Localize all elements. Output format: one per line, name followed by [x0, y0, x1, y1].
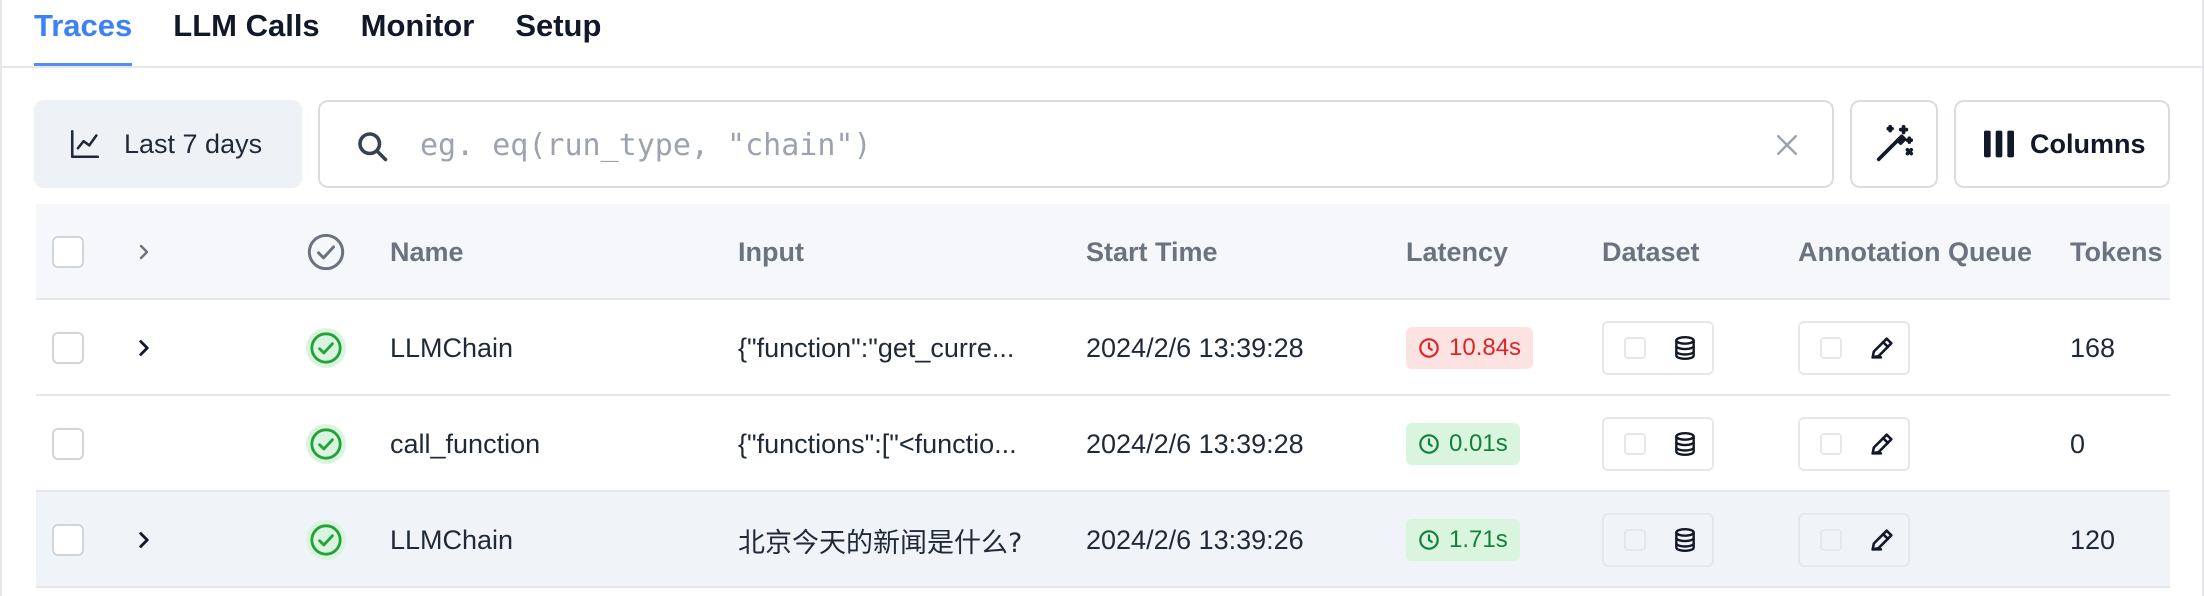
expand-chevron-icon[interactable]	[131, 335, 157, 361]
database-icon[interactable]	[1672, 526, 1698, 554]
table-row[interactable]: call_function {"functions":["<functio...…	[36, 396, 2170, 492]
row-tokens: 120	[2070, 524, 2116, 555]
row-start-time: 2024/2/6 13:39:28	[1086, 332, 1304, 363]
success-status-icon	[306, 328, 346, 368]
pencil-icon[interactable]	[1868, 430, 1896, 458]
annotation-checkbox[interactable]	[1820, 337, 1842, 359]
magic-wand-icon	[1876, 124, 1914, 162]
tab-monitor[interactable]: Monitor	[361, 0, 475, 66]
clock-icon	[1419, 530, 1439, 550]
expand-all-chevron-icon[interactable]	[132, 240, 156, 264]
row-tokens: 168	[2070, 332, 2116, 363]
ai-query-button[interactable]	[1850, 100, 1938, 188]
row-input: {"functions":["<functio...	[738, 428, 1017, 459]
latency-badge: 1.71s	[1406, 519, 1520, 561]
annotation-cell-control[interactable]	[1798, 417, 1910, 471]
table-row[interactable]: LLMChain 北京今天的新闻是什么? 2024/2/6 13:39:26 1…	[36, 492, 2170, 588]
row-checkbox[interactable]	[52, 428, 84, 460]
table-row[interactable]: LLMChain {"function":"get_curre... 2024/…	[36, 300, 2170, 396]
row-checkbox[interactable]	[52, 332, 84, 364]
latency-badge: 0.01s	[1406, 423, 1520, 465]
header-name[interactable]: Name	[390, 204, 710, 300]
row-start-time: 2024/2/6 13:39:26	[1086, 524, 1304, 555]
success-status-icon	[306, 520, 346, 560]
line-chart-icon	[70, 129, 100, 159]
dataset-cell-control[interactable]	[1602, 513, 1714, 567]
header-annotation-queue[interactable]: Annotation Queue	[1798, 204, 2058, 300]
date-range-button[interactable]: Last 7 days	[34, 100, 302, 188]
status-header-icon	[307, 233, 345, 271]
filter-search-box[interactable]	[318, 100, 1834, 188]
table-header: Name Input Start Time Latency Dataset An…	[36, 204, 2170, 300]
header-start-time[interactable]: Start Time	[1086, 204, 1386, 300]
clock-icon	[1419, 434, 1439, 454]
row-input: 北京今天的新闻是什么?	[738, 527, 1023, 559]
dataset-cell-control[interactable]	[1602, 321, 1714, 375]
traces-table: Name Input Start Time Latency Dataset An…	[36, 204, 2170, 588]
columns-icon	[1984, 130, 2014, 158]
header-dataset[interactable]: Dataset	[1602, 204, 1782, 300]
clock-icon	[1419, 338, 1439, 358]
pencil-icon[interactable]	[1868, 334, 1896, 362]
dataset-checkbox[interactable]	[1624, 433, 1646, 455]
tabs-divider	[0, 66, 2204, 68]
latency-value: 10.84s	[1449, 334, 1522, 361]
annotation-cell-control[interactable]	[1798, 513, 1910, 567]
row-checkbox[interactable]	[52, 524, 84, 556]
header-input[interactable]: Input	[738, 204, 1048, 300]
pencil-icon[interactable]	[1868, 526, 1896, 554]
row-tokens: 0	[2070, 428, 2086, 459]
tab-setup[interactable]: Setup	[515, 0, 601, 66]
filter-search-input[interactable]	[420, 120, 1740, 170]
row-start-time: 2024/2/6 13:39:28	[1086, 428, 1304, 459]
row-name[interactable]: LLMChain	[390, 492, 710, 588]
annotation-cell-control[interactable]	[1798, 321, 1910, 375]
database-icon[interactable]	[1672, 334, 1698, 362]
select-all-checkbox[interactable]	[52, 236, 84, 268]
expand-chevron-icon[interactable]	[131, 527, 157, 553]
dataset-cell-control[interactable]	[1602, 417, 1714, 471]
tab-llm-calls[interactable]: LLM Calls	[173, 0, 319, 66]
frame-border-left	[0, 0, 2, 596]
columns-label: Columns	[2030, 128, 2146, 159]
annotation-checkbox[interactable]	[1820, 529, 1842, 551]
clear-icon[interactable]	[1772, 130, 1802, 160]
header-latency[interactable]: Latency	[1406, 204, 1586, 300]
tab-bar: Traces LLM Calls Monitor Setup	[34, 0, 642, 66]
success-status-icon	[306, 424, 346, 464]
dataset-checkbox[interactable]	[1624, 337, 1646, 359]
latency-value: 0.01s	[1449, 430, 1508, 457]
row-name[interactable]: call_function	[390, 396, 710, 492]
columns-button[interactable]: Columns	[1954, 100, 2170, 188]
latency-value: 1.71s	[1449, 526, 1508, 553]
database-icon[interactable]	[1672, 430, 1698, 458]
dataset-checkbox[interactable]	[1624, 529, 1646, 551]
header-tokens[interactable]: Tokens	[2070, 204, 2170, 300]
search-icon	[358, 132, 388, 162]
annotation-checkbox[interactable]	[1820, 433, 1842, 455]
date-range-label: Last 7 days	[124, 128, 263, 159]
latency-badge: 10.84s	[1406, 327, 1534, 369]
row-input: {"function":"get_curre...	[738, 332, 1015, 363]
tab-traces[interactable]: Traces	[34, 0, 133, 66]
row-name[interactable]: LLMChain	[390, 300, 710, 396]
